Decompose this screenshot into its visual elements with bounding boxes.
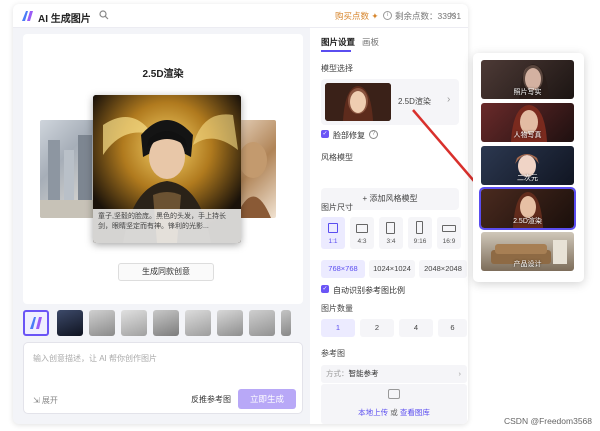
gallery-item[interactable]: 照片写实 — [481, 60, 574, 99]
gallery-item-label: 照片写实 — [513, 89, 542, 96]
watermark: CSDN @Freedom3568 — [504, 416, 592, 426]
gallery-item-label: 二次元 — [517, 175, 538, 182]
gallery-item[interactable]: 人物写真 — [481, 103, 574, 142]
model-gallery-popup: 照片写实 人物写真 二次元 2.5D渲染 产品设计 — [473, 53, 584, 282]
gallery-item-label: 2.5D渲染 — [513, 218, 542, 225]
gallery-item[interactable]: 产品设计 — [481, 232, 574, 271]
gallery-item-label: 人物写真 — [513, 132, 542, 139]
gallery-item-label: 产品设计 — [513, 261, 542, 268]
gallery-item[interactable]: 2.5D渲染 — [479, 187, 576, 230]
gallery-item[interactable]: 二次元 — [481, 146, 574, 185]
